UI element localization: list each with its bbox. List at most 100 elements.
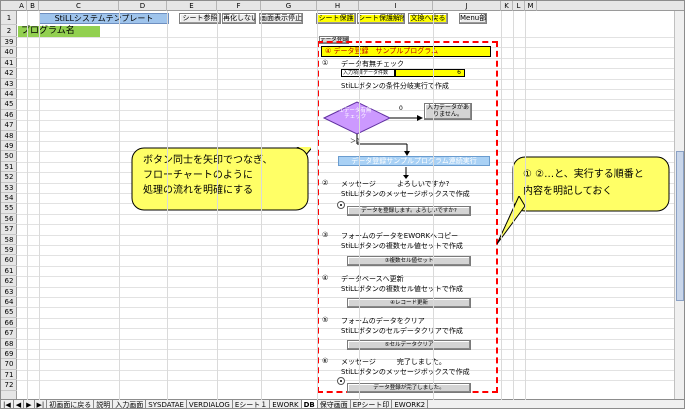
row-header-72[interactable]: 72 xyxy=(1,380,17,391)
show-hide-button[interactable]: 再化しない xyxy=(222,13,256,24)
sheet-tab-13[interactable]: EPシート印 xyxy=(351,400,393,408)
step5-title: フォームのデータをクリア xyxy=(341,317,425,325)
return-button[interactable]: 文換へ戻る xyxy=(408,13,448,24)
sheet-ref-button[interactable]: シート参照 xyxy=(179,13,221,24)
row-header-47[interactable]: 47 xyxy=(1,120,17,131)
row-header-51[interactable]: 51 xyxy=(1,162,17,173)
step2-num: ② xyxy=(322,179,329,187)
step1-input-value[interactable]: 6 xyxy=(395,69,465,77)
sheet-tab-1[interactable]: ◀ xyxy=(14,400,25,408)
sheet-tab-10[interactable]: EWORK xyxy=(270,400,302,408)
row-header-48[interactable]: 48 xyxy=(1,131,17,141)
sheet-tab-11[interactable]: DB xyxy=(301,400,318,408)
no-data-button[interactable]: 入力データがあ りません。 xyxy=(424,103,472,120)
grid-col-line xyxy=(261,11,262,400)
row-header-68[interactable]: 68 xyxy=(1,339,17,349)
row-header-61[interactable]: 61 xyxy=(1,266,17,277)
step1-input-label: 入力項目データ件数 xyxy=(341,69,395,77)
column-header-e[interactable]: E xyxy=(167,1,217,11)
column-header-k[interactable]: K xyxy=(501,1,513,11)
row-header-53[interactable]: 53 xyxy=(1,183,17,193)
step6-radio-icon[interactable] xyxy=(337,377,345,385)
column-header-j[interactable]: J xyxy=(433,1,501,11)
grid-col-line xyxy=(167,11,168,400)
step6-num: ⑥ xyxy=(322,357,329,365)
sheet-tab-6[interactable]: 入力画面 xyxy=(113,400,147,408)
row-header-62[interactable]: 62 xyxy=(1,276,17,287)
column-header-l[interactable]: L xyxy=(513,1,525,11)
grid-col-line xyxy=(433,11,434,400)
column-header-a[interactable]: A xyxy=(17,1,27,11)
row-header-1[interactable]: 1 xyxy=(1,11,17,25)
row-header-60[interactable]: 60 xyxy=(1,255,17,266)
row-header-46[interactable]: 46 xyxy=(1,110,17,121)
row-header-59[interactable]: 59 xyxy=(1,245,17,256)
row-header-56[interactable]: 56 xyxy=(1,214,17,225)
row-header-52[interactable]: 52 xyxy=(1,172,17,183)
flow-header: ④ データ登録 サンプルプログラム xyxy=(321,46,491,57)
row-header-65[interactable]: 65 xyxy=(1,307,17,318)
row-header-40[interactable]: 40 xyxy=(1,47,17,58)
row-header-43[interactable]: 43 xyxy=(1,79,17,89)
step4-num: ④ xyxy=(322,274,329,282)
sheet-tab-5[interactable]: 説明 xyxy=(94,400,114,408)
row-header-41[interactable]: 41 xyxy=(1,58,17,69)
row-header-49[interactable]: 49 xyxy=(1,141,17,152)
row-header-70[interactable]: 70 xyxy=(1,359,17,370)
column-header-d[interactable]: D xyxy=(119,1,167,11)
sheet-protect-button[interactable]: シート保護 xyxy=(316,13,356,24)
row-header-bar: 1 2 39 40 41 42 43 44 45 46 47 48 49 50 51 52 53 54 55 56 57… xyxy=(1,11,17,400)
row-header-66[interactable]: 66 xyxy=(1,318,17,329)
sheet-tab-0[interactable]: |◀ xyxy=(1,400,14,408)
row-header-67[interactable]: 67 xyxy=(1,328,17,339)
sheet-tab-3[interactable]: ▶| xyxy=(35,400,48,408)
row-header-71[interactable]: 71 xyxy=(1,370,17,381)
menu-button[interactable]: Menu部 xyxy=(459,13,487,24)
step4-title: データベースへ更新 xyxy=(341,275,404,283)
row-header-39[interactable]: 39 xyxy=(1,37,17,48)
column-header-bar: ABCDEFGHIJKLM xyxy=(1,1,684,11)
continuous-run-bar[interactable]: データ登録サンプルプログラム連続実行 xyxy=(338,156,490,166)
row-header-63[interactable]: 63 xyxy=(1,287,17,297)
row-header-55[interactable]: 55 xyxy=(1,203,17,214)
column-header-m[interactable]: M xyxy=(525,1,537,11)
step2-radio-icon[interactable] xyxy=(337,201,345,209)
scroll-thumb[interactable] xyxy=(676,151,684,301)
row-header-45[interactable]: 45 xyxy=(1,99,17,110)
row-header-54[interactable]: 54 xyxy=(1,193,17,204)
vertical-scrollbar[interactable] xyxy=(674,11,684,400)
column-header-c[interactable]: C xyxy=(39,1,119,11)
grid-col-line xyxy=(217,11,218,400)
column-header-h[interactable]: H xyxy=(317,1,359,11)
program-name-cell[interactable]: プログラム名 xyxy=(18,26,100,37)
diamond-label: ①データ有無 チェック xyxy=(339,108,372,120)
grid-col-line xyxy=(525,11,526,400)
grid-col-line xyxy=(513,11,514,400)
row-header-2[interactable]: 2 xyxy=(1,25,17,37)
sheet-tab-14[interactable]: EWORK2 xyxy=(392,400,429,408)
row-header-50[interactable]: 50 xyxy=(1,151,17,162)
sheet-tab-7[interactable]: SYSDATAE xyxy=(146,400,187,408)
row-header-57[interactable]: 57 xyxy=(1,224,17,235)
row-header-64[interactable]: 64 xyxy=(1,297,17,308)
row-header-58[interactable]: 58 xyxy=(1,235,17,245)
sheet-tab-12[interactable]: 保守画面 xyxy=(318,400,351,408)
row-header-69[interactable]: 69 xyxy=(1,349,17,360)
column-header-i[interactable]: I xyxy=(359,1,433,11)
sheet-tab-2[interactable]: ▶ xyxy=(24,400,35,408)
sheet-tab-8[interactable]: VERDIALOG xyxy=(187,400,233,408)
screen-stop-button[interactable]: 画面表示停止 xyxy=(259,13,303,24)
spreadsheet: ABCDEFGHIJKLM 1 2 39 40 41 42 43 44 45 46 47 48 49 50… xyxy=(0,0,685,409)
row-header-44[interactable]: 44 xyxy=(1,89,17,100)
step1-num: ① xyxy=(322,59,329,67)
sheet-tab-4[interactable]: 初画面に戻る xyxy=(47,400,95,408)
column-header-b[interactable]: B xyxy=(27,1,39,11)
sheet-unprotect-button[interactable]: シート保護解除 xyxy=(357,13,405,24)
grid-col-line xyxy=(317,11,318,400)
column-header-g[interactable]: G xyxy=(261,1,317,11)
row-header-42[interactable]: 42 xyxy=(1,68,17,79)
grid-col-line xyxy=(27,11,28,400)
sheet-tab-9[interactable]: Eシート１ xyxy=(233,400,271,408)
column-header-f[interactable]: F xyxy=(217,1,261,11)
callout-right-text: ① ②…と、実行する順番と 内容を明記しておく xyxy=(523,169,644,197)
